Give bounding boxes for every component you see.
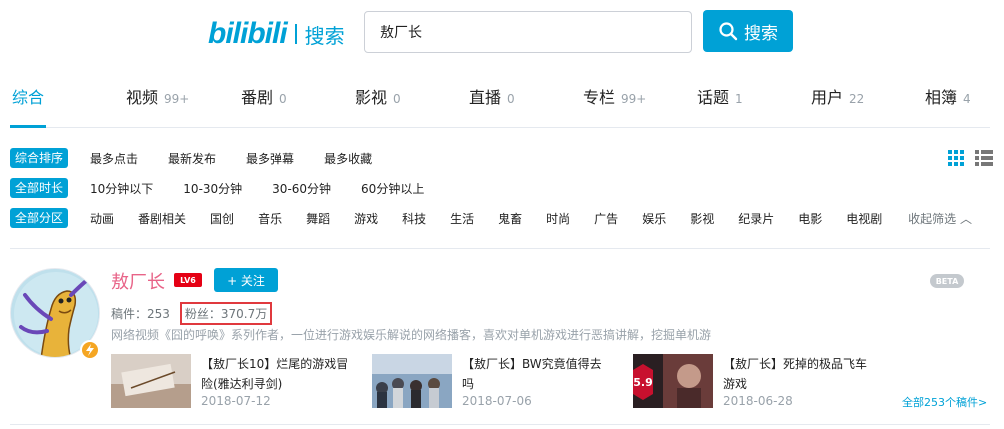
tab-user[interactable]: 用户 22 [811,84,864,114]
filter-option[interactable]: 音乐 [258,210,282,227]
tab-label: 视频 [126,88,159,107]
tabs-divider [10,127,990,128]
tab-label: 用户 [811,88,844,107]
search-input[interactable]: 敖厂长 [364,11,692,53]
filter-option[interactable]: 科技 [402,210,426,227]
filter-option[interactable]: 电视剧 [846,210,882,227]
filter-tag-duration[interactable]: 全部时长 [10,178,69,198]
tab-label: 话题 [697,88,730,107]
fans-count: 粉丝：370.7万 [179,302,273,325]
search-button-label: 搜索 [744,23,778,44]
filter-option[interactable]: 30-60分钟 [272,180,331,197]
result-tabs: 综合 视频 99+ 番剧 0 影视 0 直播 0 专栏 99+ 话题 1 用户 … [0,84,1004,128]
uploads-count: 稿件：253 [111,307,170,321]
filter-option[interactable]: 10分钟以下 [90,180,153,197]
bilibili-logo[interactable]: bilibili 搜索 [208,16,345,52]
tab-label: 影视 [355,88,388,107]
video-thumbnail[interactable] [372,354,452,408]
tab-album[interactable]: 相簿 4 [925,84,971,114]
filter-row-duration: 全部时长 10分钟以下 10-30分钟 30-60分钟 60分钟以上 [10,178,990,198]
tab-count: 99+ [621,92,647,106]
tab-video[interactable]: 视频 99+ [126,84,189,114]
level-badge: LV6 [174,273,202,287]
search-icon [719,22,738,41]
video-title[interactable]: 【敖厂长】死掉的极品飞车游戏 [723,354,873,394]
user-stats: 稿件：253 粉丝：370.7万 [111,302,273,325]
search-query: 敖厂长 [380,25,422,41]
chevron-up-icon: ︿ [959,211,972,226]
filter-option[interactable]: 最多收藏 [324,150,372,167]
filter-option[interactable]: 影视 [690,210,714,227]
tab-label: 番剧 [241,88,274,107]
video-date: 2018-06-28 [723,394,793,408]
logo-separator [294,24,297,44]
logo-search-label: 搜索 [304,23,345,48]
filter-option[interactable]: 时尚 [546,210,570,227]
filter-option[interactable]: 60分钟以上 [361,180,424,197]
video-item[interactable]: 【敖厂长10】烂尾的游戏冒险(雅达利寻剑) 2018-07-12 [111,354,371,412]
filter-option[interactable]: 娱乐 [642,210,666,227]
tab-count: 1 [735,92,743,106]
tab-count: 22 [849,92,865,106]
collapse-filters-button[interactable]: 收起筛选 ︿ [908,210,972,227]
filter-option[interactable]: 动画 [90,210,114,227]
verified-lightning-icon [80,340,100,360]
follow-button[interactable]: + 关注 [214,268,278,292]
user-description: 网络视频《囧的呼唤》系列作者，一位进行游戏娱乐解说的网络播客，喜欢对单机游戏进行… [111,328,712,342]
tab-movie[interactable]: 影视 0 [355,84,401,114]
beta-badge: BETA [930,274,964,288]
filter-row-sort: 综合排序 最多点击 最新发布 最多弹幕 最多收藏 [10,148,990,168]
grid-view-icon[interactable] [948,150,964,166]
video-title[interactable]: 【敖厂长】BW究竟值得去吗 [462,354,612,394]
filter-row-zone: 全部分区 动画 番剧相关 国创 音乐 舞蹈 游戏 科技 生活 鬼畜 时尚 广告 … [10,208,990,228]
tab-count: 4 [963,92,971,106]
video-item[interactable]: 5.9 【敖厂长】死掉的极品飞车游戏 2018-06-28 [633,354,893,412]
user-name[interactable]: 敖厂长 [111,268,165,294]
video-thumbnail[interactable] [111,354,191,408]
filter-tag-sort[interactable]: 综合排序 [10,148,69,168]
video-date: 2018-07-12 [201,394,271,408]
filter-tag-zone[interactable]: 全部分区 [10,208,69,228]
filter-option[interactable]: 游戏 [354,210,378,227]
tab-all[interactable]: 综合 [12,84,44,114]
tab-label: 综合 [12,88,45,107]
filter-option[interactable]: 广告 [594,210,618,227]
filter-option[interactable]: 最新发布 [168,150,216,167]
tab-label: 相簿 [925,88,958,107]
tab-label: 直播 [469,88,502,107]
filter-option[interactable]: 生活 [450,210,474,227]
tab-count: 99+ [164,92,190,106]
filter-option[interactable]: 10-30分钟 [183,180,242,197]
tab-count: 0 [393,92,401,106]
filter-option[interactable]: 最多点击 [90,150,138,167]
filter-option[interactable]: 鬼畜 [498,210,522,227]
tab-count: 0 [279,92,287,106]
filter-option[interactable]: 番剧相关 [138,210,186,227]
tab-topic[interactable]: 话题 1 [697,84,743,114]
tab-live[interactable]: 直播 0 [469,84,515,114]
filter-option[interactable]: 最多弹幕 [246,150,294,167]
tab-bangumi[interactable]: 番剧 0 [241,84,287,114]
bottom-divider [10,424,990,425]
active-tab-indicator [10,125,46,128]
list-view-icon[interactable] [975,150,993,166]
tab-label: 专栏 [583,88,616,107]
filter-option[interactable]: 纪录片 [738,210,774,227]
video-title[interactable]: 【敖厂长10】烂尾的游戏冒险(雅达利寻剑) [201,354,351,394]
tab-article[interactable]: 专栏 99+ [583,84,646,114]
video-date: 2018-07-06 [462,394,532,408]
all-uploads-link[interactable]: 全部253个稿件> [902,394,987,410]
filter-option[interactable]: 电影 [798,210,822,227]
logo-wordmark: bilibili [208,17,288,50]
video-thumbnail[interactable]: 5.9 [633,354,713,408]
tab-count: 0 [507,92,515,106]
filter-option[interactable]: 国创 [210,210,234,227]
collapse-label: 收起筛选 [908,211,957,226]
section-divider [10,248,990,249]
search-button[interactable]: 搜索 [703,10,793,52]
video-item[interactable]: 【敖厂长】BW究竟值得去吗 2018-07-06 [372,354,632,412]
filter-option[interactable]: 舞蹈 [306,210,330,227]
game-score: 5.9 [633,376,653,389]
view-switch [948,150,993,166]
